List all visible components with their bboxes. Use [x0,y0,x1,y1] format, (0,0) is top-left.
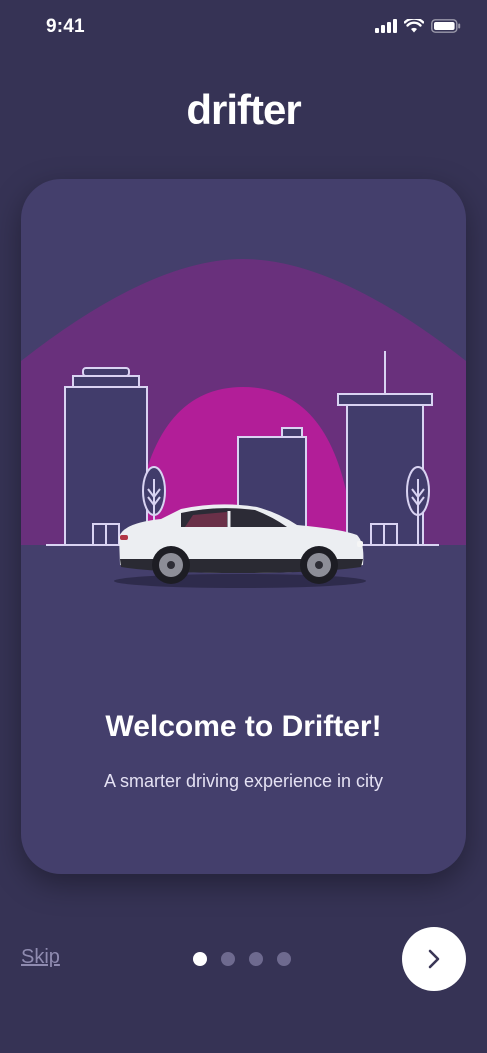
next-button[interactable] [402,927,466,991]
status-icons [375,19,461,33]
pager-dot-3[interactable] [249,952,263,966]
battery-icon [431,19,461,33]
building-left [64,367,148,546]
city-illustration [21,259,466,588]
welcome-title: Welcome to Drifter! [105,710,382,743]
pager-dot-1[interactable] [193,952,207,966]
pager-dot-4[interactable] [277,952,291,966]
signal-icon [375,19,397,33]
status-time: 9:41 [46,16,85,37]
onboarding-card: Welcome to Drifter! A smarter driving ex… [21,179,466,874]
brand-logo: drifter [186,86,301,133]
welcome-subtitle: A smarter driving experience in city [103,771,384,791]
pager-dot-2[interactable] [221,952,235,966]
pager-dots [193,952,291,966]
status-bar: 9:41 [0,0,487,56]
skip-link[interactable]: Skip [21,946,60,969]
chevron-right-icon [428,949,440,969]
wifi-icon [404,19,424,33]
